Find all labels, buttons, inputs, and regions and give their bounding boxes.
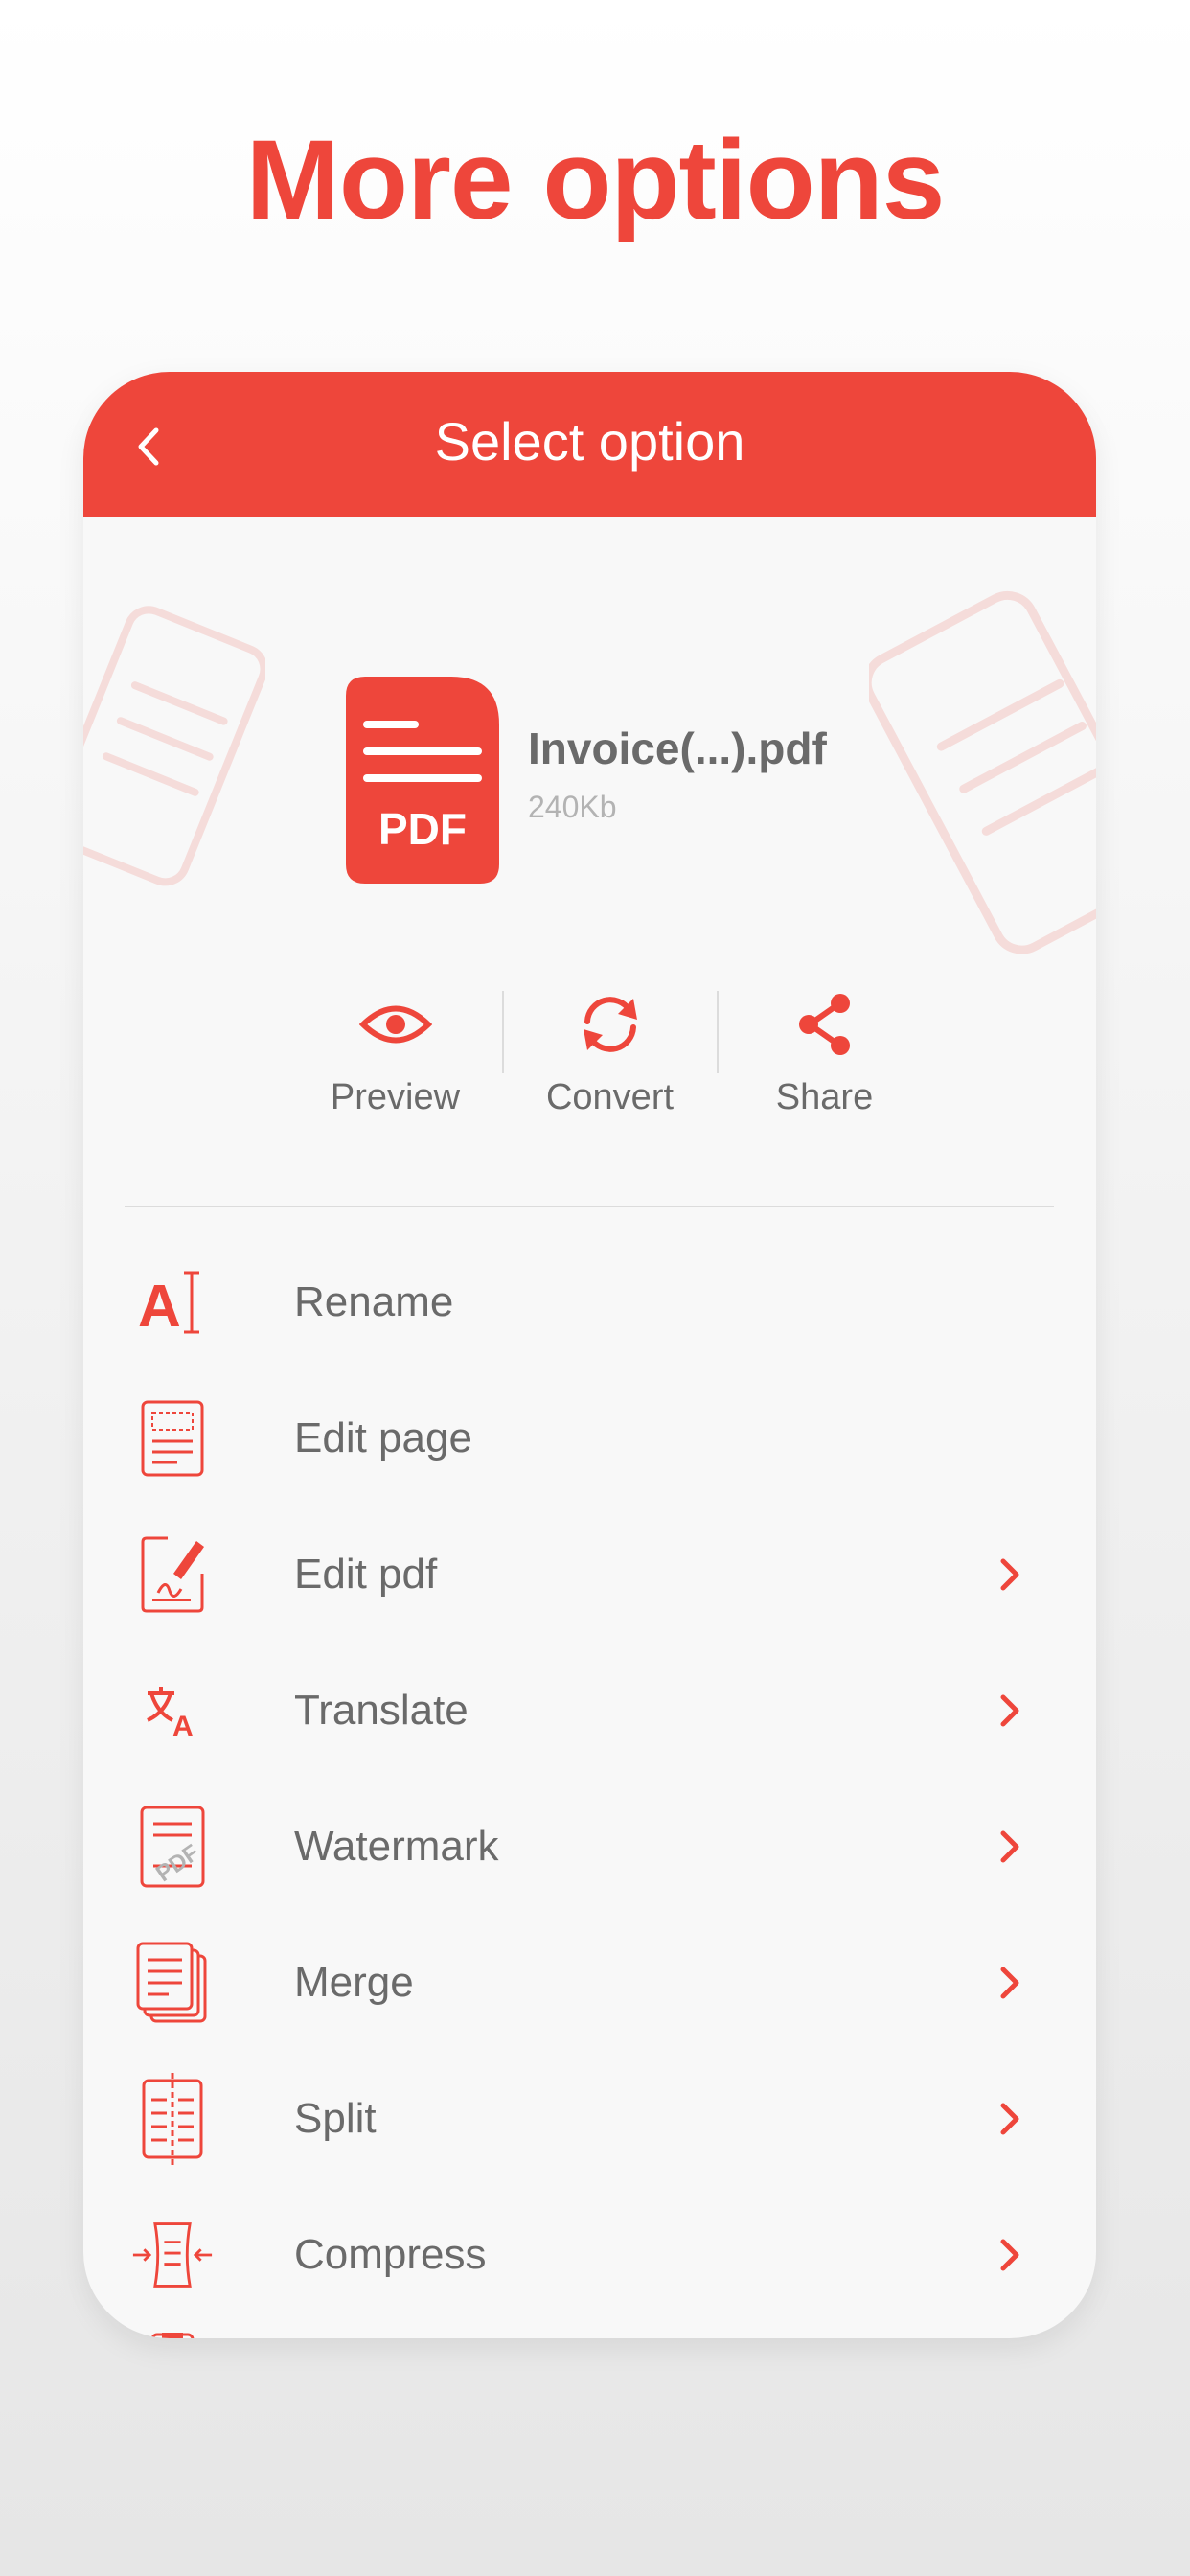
chevron-right-icon (991, 1818, 1029, 1875)
menu-item-split[interactable]: Split (83, 2051, 1096, 2187)
menu-item-edit-pdf[interactable]: Edit pdf (83, 1506, 1096, 1643)
merge-icon (136, 1942, 207, 2023)
chevron-right-icon (991, 1546, 1029, 1603)
phone-frame: Select option PDF Invoice(...).pdf 240Kb (83, 372, 1096, 2338)
file-size: 240Kb (528, 790, 617, 824)
menu-label: Split (294, 2095, 377, 2142)
preview-label: Preview (330, 1077, 461, 1117)
svg-text:A: A (138, 1274, 181, 1336)
quick-actions: Preview Convert Share (287, 981, 932, 1125)
screen-title: Select option (434, 411, 745, 472)
headline: More options (245, 117, 946, 243)
split-icon (142, 2073, 203, 2165)
menu-item-compress[interactable]: Compress (83, 2187, 1096, 2323)
svg-text:A: A (172, 1711, 194, 1737)
menu-label: Merge (294, 1959, 414, 2006)
eye-icon (358, 1005, 432, 1044)
app-bar: Select option (83, 372, 1096, 518)
share-icon (798, 994, 850, 1055)
preview-button[interactable]: Preview (287, 981, 503, 1125)
section-divider (125, 1206, 1054, 1208)
edit-pdf-icon (141, 1536, 204, 1613)
menu-label: Edit pdf (294, 1551, 438, 1598)
file-card: PDF Invoice(...).pdf 240Kb (346, 677, 1017, 887)
menu-label: Watermark (294, 1823, 499, 1870)
menu-label: Rename (294, 1278, 454, 1325)
menu-label: Edit page (294, 1414, 472, 1461)
decorative-document-left-icon (83, 606, 265, 886)
share-button[interactable]: Share (717, 981, 932, 1125)
menu-item-watermark[interactable]: PDF Watermark (83, 1779, 1096, 1915)
menu-item-edit-page[interactable]: Edit page (83, 1370, 1096, 1506)
chevron-right-icon (991, 2226, 1029, 2284)
edit-page-icon (141, 1400, 204, 1477)
share-label: Share (775, 1077, 874, 1117)
menu-item-translate[interactable]: A Translate (83, 1643, 1096, 1779)
svg-text:PDF: PDF (151, 1840, 204, 1888)
pdf-file-icon: PDF (346, 677, 499, 884)
file-name: Invoice(...).pdf (528, 724, 827, 773)
refresh-icon (583, 997, 637, 1052)
menu-item-partial (83, 2323, 1096, 2338)
chevron-right-icon (991, 2090, 1029, 2148)
chevron-right-icon (991, 1954, 1029, 2012)
document-icon (150, 2333, 195, 2338)
menu-item-merge[interactable]: Merge (83, 1915, 1096, 2051)
watermark-icon: PDF (140, 1806, 205, 1888)
translate-icon: A (147, 1687, 194, 1737)
compress-icon (132, 2222, 213, 2288)
menu-item-rename[interactable]: A Rename (83, 1234, 1096, 1370)
convert-button[interactable]: Convert (502, 981, 718, 1125)
menu-label: Compress (294, 2231, 487, 2278)
pdf-icon-label: PDF (378, 804, 467, 854)
convert-label: Convert (545, 1077, 675, 1117)
menu-label: Translate (294, 1687, 469, 1734)
rename-icon: A (138, 1271, 199, 1336)
chevron-right-icon (991, 1682, 1029, 1739)
